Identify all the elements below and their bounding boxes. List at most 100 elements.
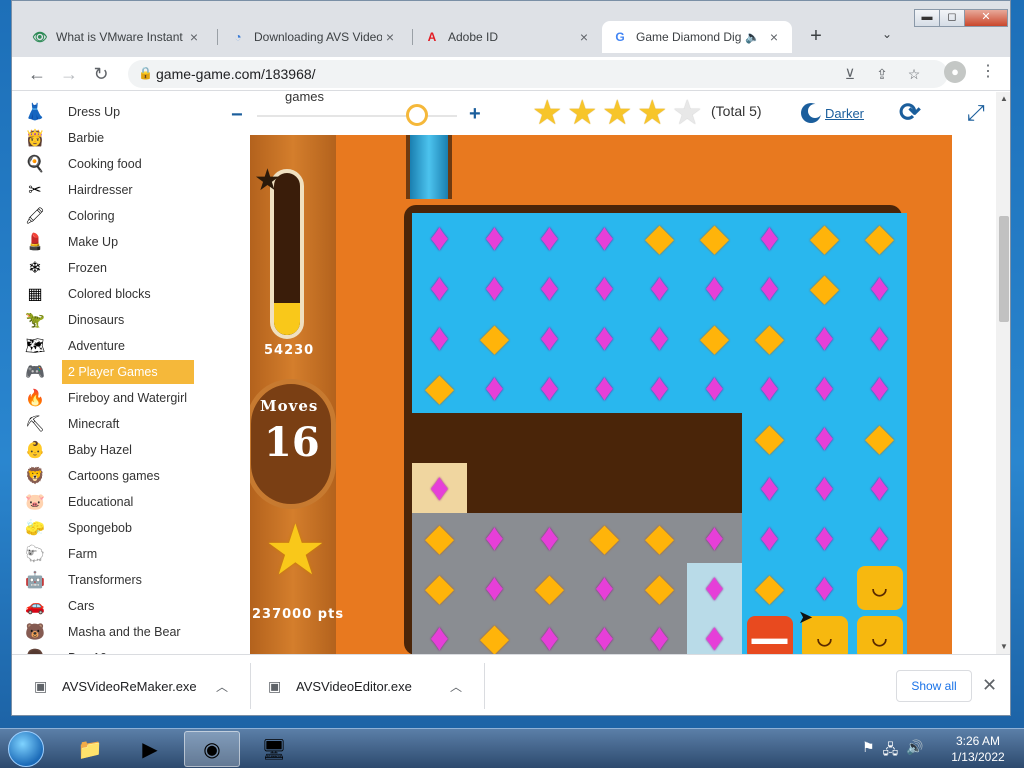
profile-avatar-icon[interactable]: ● [944, 61, 966, 83]
board-cell[interactable]: ♦ [742, 463, 797, 513]
address-bar[interactable]: 🔒 ⊻ ⇪ ☆ [128, 60, 948, 88]
board-cell[interactable]: ♦ [522, 313, 577, 363]
board-cell[interactable]: ◆ [522, 563, 577, 613]
zoom-in-button[interactable]: + [469, 103, 481, 126]
sidebar-item[interactable]: 🧽 Spongebob [22, 516, 202, 540]
board-cell[interactable]: ◡ [852, 563, 907, 613]
sidebar-item[interactable]: 👗 Dress Up [22, 100, 202, 124]
board-cell[interactable]: ♦ [687, 613, 742, 654]
forward-button[interactable]: → [56, 61, 82, 87]
sidebar-item[interactable]: 🐻 Masha and the Bear [22, 620, 202, 644]
board-cell[interactable]: ♦ [467, 513, 522, 563]
board-cell[interactable]: ♦ [632, 613, 687, 654]
board-cell[interactable]: ♦ [522, 613, 577, 654]
board-cell[interactable]: ♦ [797, 413, 852, 463]
star-icon[interactable]: ★ [637, 96, 672, 130]
maximize-button[interactable]: ◻ [939, 9, 965, 27]
tab-adobe[interactable]: A Adobe ID × [414, 21, 602, 53]
star-icon[interactable]: ★ [672, 96, 707, 130]
tab-vmware[interactable]: 👁 What is VMware Instant × [22, 21, 212, 53]
bookmark-star-icon[interactable]: ☆ [904, 64, 924, 84]
board-cell[interactable]: ♦ [797, 363, 852, 413]
board-cell[interactable]: ◆ [742, 563, 797, 613]
board-cell[interactable]: ♦ [632, 263, 687, 313]
board-cell[interactable]: ◆ [632, 563, 687, 613]
reload-button[interactable]: ↻ [88, 61, 114, 87]
window-close-button[interactable]: ✕ [964, 9, 1008, 27]
install-app-icon[interactable]: ⊻ [840, 64, 860, 84]
media-player-icon[interactable]: ▶ [122, 731, 178, 767]
close-icon[interactable]: × [766, 29, 782, 45]
close-icon[interactable]: × [186, 29, 202, 45]
board-cell[interactable]: ♦ [412, 213, 467, 263]
gem-board[interactable]: ♦ ♦ ♦ ♦ ◆ ◆ ♦ ◆ ◆ ♦ ♦ ♦ ♦ ♦ ♦ ♦ ◆ ♦ ♦ ◆ ♦ ♦ ♦ ◆ ◆ ♦ ♦ ◆ ♦ ♦ ♦ ♦ ♦ ♦ ♦ ♦ ◆ ♦ ◆ ♦… [404, 205, 907, 654]
clock[interactable]: 3:26 AM 1/13/2022 [938, 733, 1018, 765]
sidebar-item[interactable]: 👦Boy 10 [22, 646, 202, 654]
darker-link[interactable]: Darker [825, 106, 864, 121]
sidebar-item[interactable]: 🔥 Fireboy and Watergirl [22, 386, 202, 410]
sidebar-item[interactable]: 🐑 Farm [22, 542, 202, 566]
board-cell[interactable]: ▬▬ [742, 613, 797, 654]
board-cell[interactable]: ◆ [577, 513, 632, 563]
sidebar-item[interactable]: ✂ Hairdresser [22, 178, 202, 202]
game-canvas[interactable]: ★ 54230 Moves 16 ★ 237000 pts ♦ ♦ ♦ ♦ ◆ ◆ ♦ ◆ ◆ ♦… [250, 135, 952, 654]
star-icon[interactable]: ★ [602, 96, 637, 130]
board-cell[interactable]: ◆ [797, 213, 852, 263]
board-cell[interactable]: ◆ [412, 363, 467, 413]
action-center-icon[interactable]: ⚑ [862, 739, 875, 763]
board-cell[interactable]: ♦ [467, 563, 522, 613]
star-icon[interactable]: ★ [567, 96, 602, 130]
board-cell[interactable]: ♦ [522, 363, 577, 413]
board-cell[interactable]: ♦ [467, 213, 522, 263]
board-cell[interactable]: ♦ [742, 513, 797, 563]
sidebar-item[interactable]: ❄ Frozen [22, 256, 202, 280]
board-cell[interactable]: ♦ [577, 363, 632, 413]
board-cell[interactable]: ◆ [742, 313, 797, 363]
download-item[interactable]: ▣ AVSVideoEditor.exe ︿ [268, 655, 462, 715]
board-cell[interactable]: ♦ [412, 463, 467, 513]
sidebar-item[interactable]: 💄 Make Up [22, 230, 202, 254]
board-cell[interactable]: ♦ [632, 363, 687, 413]
sidebar-item[interactable]: 🦖 Dinosaurs [22, 308, 202, 332]
board-cell[interactable]: ◆ [632, 213, 687, 263]
board-cell[interactable]: ♦ [687, 363, 742, 413]
speaker-icon[interactable]: 🔈 [745, 30, 760, 44]
download-item[interactable]: ▣ AVSVideoReMaker.exe ︿ [34, 655, 228, 715]
board-cell[interactable]: ◆ [852, 213, 907, 263]
new-tab-button[interactable]: + [804, 25, 828, 49]
sidebar-item[interactable]: ▦ Colored blocks [22, 282, 202, 306]
board-cell[interactable]: ◆ [852, 413, 907, 463]
scroll-thumb[interactable] [999, 216, 1009, 322]
chevron-up-icon[interactable]: ︿ [450, 678, 462, 695]
board-cell[interactable]: ◆ [412, 563, 467, 613]
url-input[interactable] [156, 64, 816, 84]
board-cell[interactable]: ♦ [412, 313, 467, 363]
sidebar-item[interactable]: 👶 Baby Hazel [22, 438, 202, 462]
file-explorer-icon[interactable]: 📁 [62, 731, 118, 767]
board-cell[interactable]: ♦ [742, 363, 797, 413]
board-cell[interactable]: ♦ [522, 263, 577, 313]
board-cell[interactable]: ♦ [687, 263, 742, 313]
board-cell[interactable]: ♦ [852, 313, 907, 363]
darker-toggle[interactable]: Darker [801, 103, 864, 123]
scroll-up-arrow-icon[interactable]: ▲ [1000, 94, 1008, 103]
sidebar-item[interactable]: 👸 Barbie [22, 126, 202, 150]
board-cell[interactable]: ♦ [467, 363, 522, 413]
network-icon[interactable]: 🖧 [883, 739, 899, 763]
board-cell[interactable]: ♦ [577, 213, 632, 263]
start-button[interactable] [8, 731, 44, 767]
board-cell[interactable]: ◆ [412, 513, 467, 563]
menu-kebab-icon[interactable]: ⋮ [980, 61, 996, 83]
board-cell[interactable]: ◆ [632, 513, 687, 563]
board-cell[interactable]: ♦ [577, 563, 632, 613]
close-icon[interactable]: × [382, 29, 398, 45]
board-cell[interactable]: ◆ [687, 313, 742, 363]
remote-desktop-icon[interactable]: 🖥 [246, 731, 302, 767]
board-cell[interactable]: ◆ [797, 263, 852, 313]
board-cell[interactable]: ♦ [412, 613, 467, 654]
board-cell[interactable]: ♦ [852, 513, 907, 563]
rating-stars[interactable]: ★ ★ ★ ★ ★ [532, 96, 707, 130]
volume-icon[interactable]: 🔊 [906, 739, 923, 763]
refresh-icon[interactable]: ⟳ [899, 97, 921, 128]
zoom-slider-handle[interactable] [406, 104, 428, 126]
